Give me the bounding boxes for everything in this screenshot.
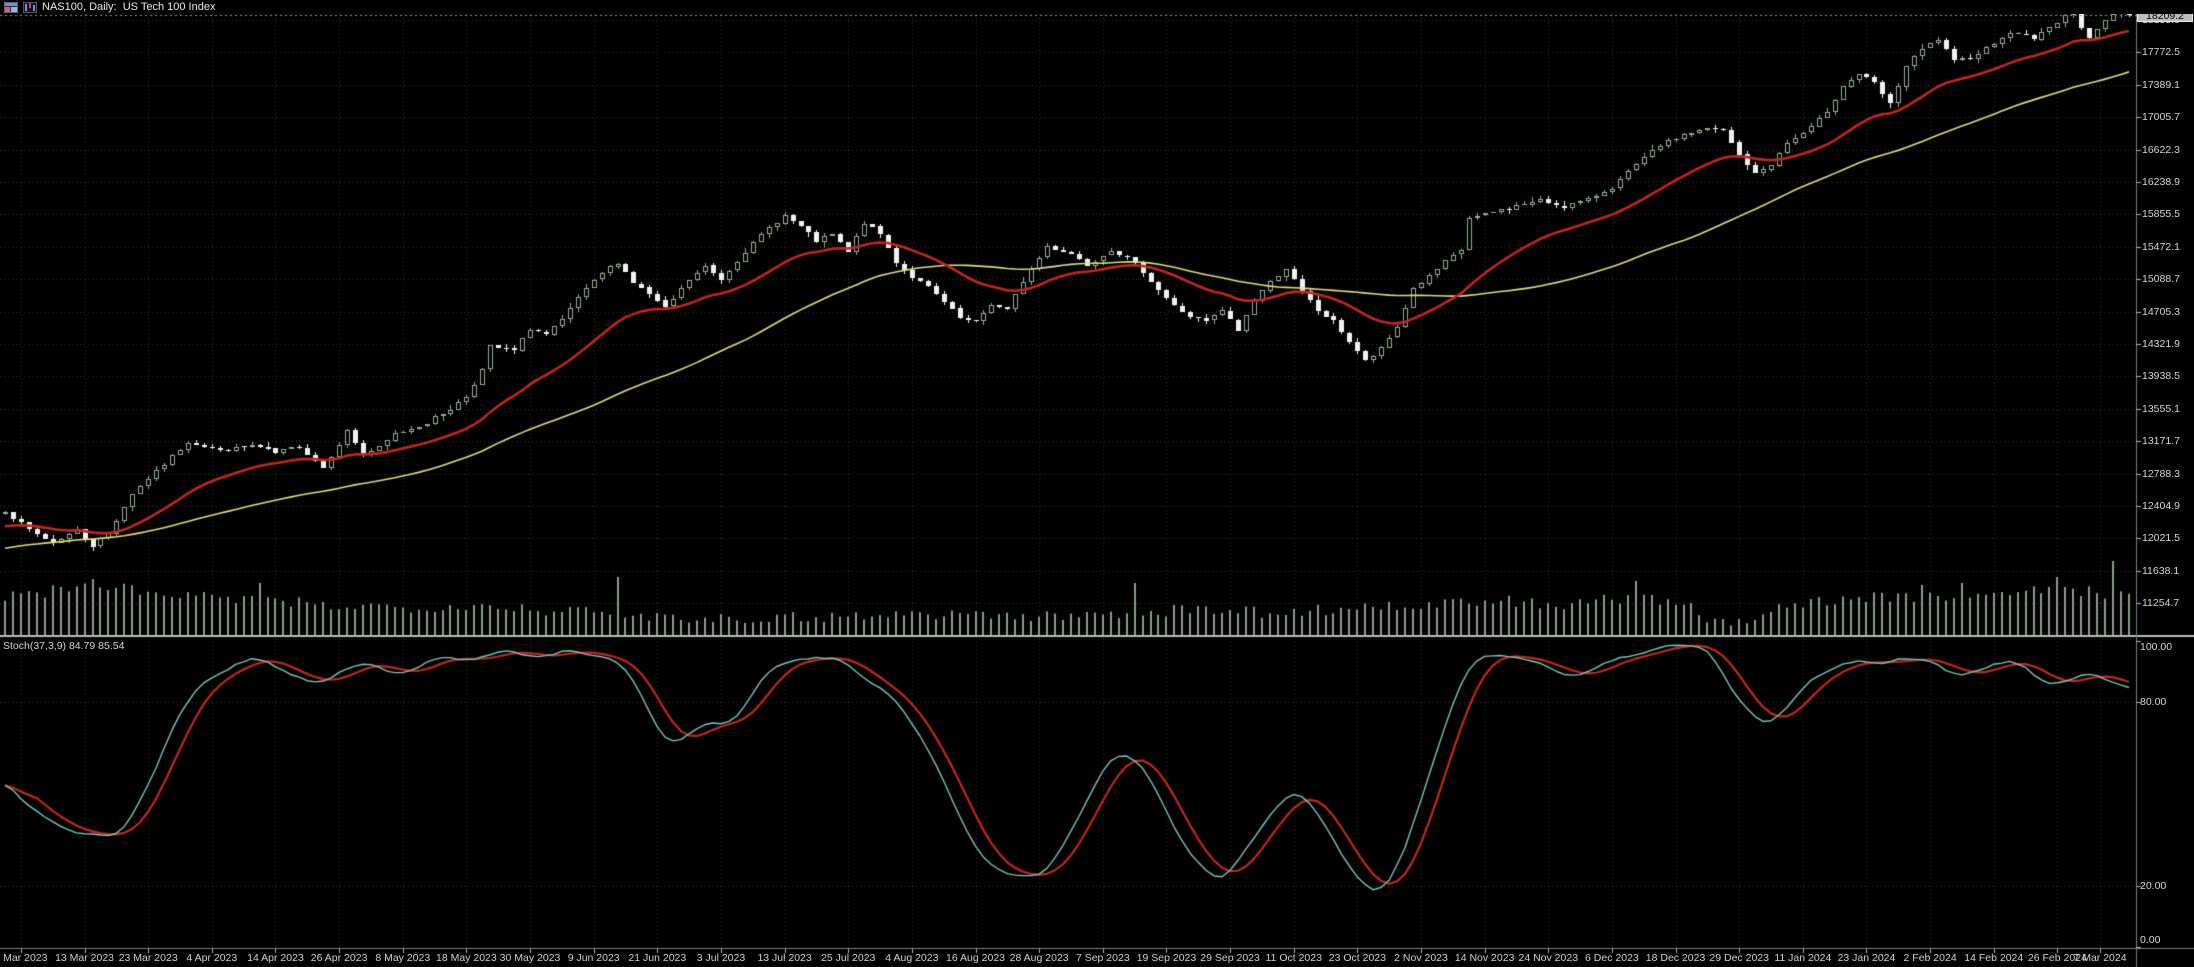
date-tick-label: 14 Nov 2023 bbox=[1454, 952, 1515, 964]
date-tick-label: 6 Dec 2023 bbox=[1585, 952, 1639, 964]
price-tick-label: 14705.3 bbox=[2142, 305, 2180, 318]
price-tick-label: 13555.1 bbox=[2142, 402, 2180, 415]
price-tick-label: 11254.7 bbox=[2142, 597, 2180, 610]
chart-header: NAS100, Daily: US Tech 100 Index bbox=[0, 0, 2194, 14]
date-tick-label: 23 Oct 2023 bbox=[1328, 952, 1386, 964]
date-tick-label: 13 Jul 2023 bbox=[757, 952, 812, 964]
date-tick-label: 26 Apr 2023 bbox=[310, 952, 368, 964]
date-tick-label: 7 Mar 2024 bbox=[2073, 952, 2127, 964]
chart-canvas[interactable] bbox=[0, 0, 2194, 967]
price-tick-label: 15088.7 bbox=[2142, 273, 2180, 286]
chart-title: NAS100, Daily: US Tech 100 Index bbox=[42, 1, 216, 13]
date-tick-label: 30 May 2023 bbox=[499, 952, 561, 964]
date-tick-label: 11 Jan 2024 bbox=[1774, 952, 1832, 964]
date-tick-label: 4 Apr 2023 bbox=[186, 952, 238, 964]
date-tick-label: 29 Sep 2023 bbox=[1200, 952, 1260, 964]
date-tick-label: 14 Feb 2024 bbox=[1964, 952, 2024, 964]
date-tick-label: 23 Mar 2023 bbox=[118, 952, 178, 964]
date-tick-label: 21 Jun 2023 bbox=[628, 952, 687, 964]
candlestick-chart-icon[interactable] bbox=[23, 1, 37, 13]
stochastic-label: Stoch(37,3,9) 84.79 85.54 bbox=[3, 640, 125, 652]
price-tick-label: 12021.5 bbox=[2142, 532, 2180, 545]
price-tick-label: 15855.5 bbox=[2142, 208, 2180, 221]
stoch-tick-label: 20.00 bbox=[2140, 879, 2167, 892]
date-tick-label: 7 Sep 2023 bbox=[1075, 952, 1130, 964]
date-tick-label: 19 Sep 2023 bbox=[1136, 952, 1197, 964]
stoch-tick-label: 0.00 bbox=[2140, 934, 2161, 946]
price-tick-label: 17005.7 bbox=[2142, 111, 2180, 124]
date-tick-label: 13 Mar 2023 bbox=[55, 952, 115, 964]
date-tick-label: 1 Mar 2023 bbox=[0, 952, 48, 964]
price-tick-label: 15472.1 bbox=[2142, 240, 2180, 253]
price-tick-label: 17389.1 bbox=[2142, 78, 2180, 91]
price-tick-label: 13171.7 bbox=[2142, 435, 2180, 448]
date-tick-label: 9 Jun 2023 bbox=[567, 952, 620, 964]
date-tick-label: 14 Apr 2023 bbox=[247, 952, 304, 964]
date-tick-label: 3 Jul 2023 bbox=[696, 952, 746, 964]
date-tick-label: 28 Aug 2023 bbox=[1009, 952, 1069, 964]
date-tick-label: 4 Aug 2023 bbox=[885, 952, 939, 964]
price-tick-label: 11638.1 bbox=[2142, 564, 2180, 577]
date-tick-label: 8 May 2023 bbox=[375, 952, 431, 964]
date-tick-label: 16 Aug 2023 bbox=[946, 952, 1006, 964]
date-tick-label: 11 Oct 2023 bbox=[1265, 952, 1322, 964]
price-tick-label: 14321.9 bbox=[2142, 338, 2180, 350]
date-tick-label: 25 Jul 2023 bbox=[821, 952, 876, 964]
date-tick-label: 2 Feb 2024 bbox=[1903, 952, 1957, 964]
date-tick-label: 2 Nov 2023 bbox=[1394, 952, 1448, 964]
price-tick-label: 16238.9 bbox=[2142, 176, 2180, 188]
price-tick-label: 12788.3 bbox=[2142, 467, 2180, 480]
date-tick-label: 23 Jan 2024 bbox=[1837, 952, 1896, 964]
date-tick-label: 24 Nov 2023 bbox=[1518, 952, 1579, 964]
price-tick-label: 16622.3 bbox=[2142, 143, 2180, 156]
chart-grid-icon[interactable] bbox=[4, 1, 18, 13]
stoch-tick-label: 100.00 bbox=[2140, 641, 2173, 653]
price-tick-label: 13938.5 bbox=[2142, 370, 2180, 383]
date-tick-label: 18 Dec 2023 bbox=[1645, 952, 1706, 964]
date-tick-label: 29 Dec 2023 bbox=[1709, 952, 1769, 964]
mt4-chart-window: NAS100, Daily: US Tech 100 Index 18155.9… bbox=[0, 0, 2194, 967]
stoch-tick-label: 80.00 bbox=[2140, 696, 2167, 709]
date-tick-label: 18 May 2023 bbox=[436, 952, 497, 964]
price-tick-label: 17772.5 bbox=[2142, 46, 2180, 59]
price-tick-label: 12404.9 bbox=[2142, 500, 2180, 512]
